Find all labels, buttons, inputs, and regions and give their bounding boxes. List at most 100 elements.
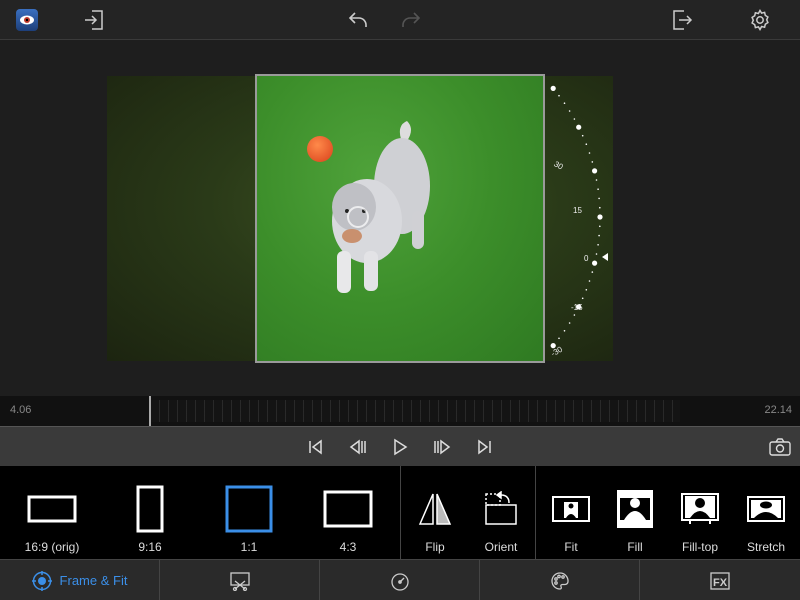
dial-tick bbox=[598, 197, 600, 200]
timeline-start-time: 4.06 bbox=[10, 404, 32, 416]
fill-top-label: Fill-top bbox=[681, 540, 718, 554]
tab-color[interactable] bbox=[480, 560, 640, 600]
dial-tick bbox=[597, 244, 599, 246]
timeline-track[interactable] bbox=[150, 400, 680, 422]
crop-frame[interactable] bbox=[255, 74, 545, 363]
fit-icon bbox=[552, 496, 590, 522]
dial-tick bbox=[595, 253, 598, 255]
rotation-dial[interactable] bbox=[540, 81, 620, 361]
skip-end-icon bbox=[478, 439, 491, 455]
camera-icon bbox=[769, 438, 791, 456]
app-eye-icon[interactable] bbox=[16, 9, 38, 31]
gear-icon bbox=[751, 8, 769, 32]
flip-button[interactable]: Flip bbox=[406, 466, 464, 559]
dial-tick bbox=[585, 289, 588, 291]
dial-tick bbox=[568, 110, 571, 112]
frame-fit-icon bbox=[31, 570, 52, 591]
dial-label-neg15: -15 bbox=[571, 303, 583, 312]
skip-start-icon bbox=[309, 439, 322, 455]
tab-trim[interactable] bbox=[160, 560, 320, 600]
dial-tick bbox=[595, 179, 598, 181]
top-bar bbox=[0, 0, 800, 40]
tab-frame-fit-label: Frame & Fit bbox=[59, 573, 128, 588]
dial-tick bbox=[563, 330, 566, 332]
orient-button[interactable]: Orient bbox=[470, 466, 532, 559]
aspect-4-3-button[interactable]: 4:3 bbox=[316, 466, 380, 559]
orient-icon bbox=[485, 491, 517, 525]
import-icon bbox=[85, 10, 103, 30]
flip-icon bbox=[418, 493, 452, 525]
fit-button[interactable]: Fit bbox=[542, 466, 600, 559]
dial-tick bbox=[581, 297, 584, 300]
stretch-icon bbox=[747, 496, 785, 522]
step-back-button[interactable] bbox=[345, 435, 371, 459]
step-forward-icon bbox=[434, 439, 451, 455]
center-crosshair[interactable] bbox=[347, 206, 369, 228]
timeline-playhead[interactable] bbox=[149, 396, 151, 426]
stretch-label: Stretch bbox=[746, 540, 785, 554]
dial-tick bbox=[568, 322, 571, 324]
dial-pointer-icon bbox=[602, 253, 608, 261]
tab-frame-fit[interactable]: Frame & Fit bbox=[0, 560, 160, 600]
tool-panel: 16:9 (orig) 9:16 1:1 4:3 Flip Orient Fit… bbox=[0, 466, 800, 559]
fill-top-button[interactable]: Fill-top bbox=[670, 466, 730, 559]
fill-icon bbox=[617, 490, 653, 528]
settings-button[interactable] bbox=[746, 6, 774, 34]
aspect-9-16-button[interactable]: 9:16 bbox=[120, 466, 180, 559]
play-button[interactable] bbox=[387, 435, 413, 459]
skip-start-button[interactable] bbox=[303, 435, 329, 459]
dial-tick bbox=[597, 188, 599, 190]
timeline-end-time: 22.14 bbox=[764, 404, 792, 416]
fit-label: Fit bbox=[564, 540, 578, 554]
stretch-button[interactable]: Stretch bbox=[736, 466, 796, 559]
step-forward-button[interactable] bbox=[429, 435, 455, 459]
dial-tick bbox=[585, 143, 588, 145]
dial-tick bbox=[558, 337, 560, 340]
tab-speed[interactable] bbox=[320, 560, 480, 600]
step-back-icon bbox=[349, 439, 366, 455]
aspect-16-9-button[interactable]: 16:9 (orig) bbox=[14, 466, 90, 559]
dial-label-0: 0 bbox=[584, 254, 589, 263]
export-button[interactable] bbox=[668, 6, 696, 34]
dial-tick bbox=[573, 314, 576, 316]
aspect-16-9-label: 16:9 (orig) bbox=[24, 540, 80, 554]
tool-divider bbox=[535, 466, 536, 559]
palette-icon bbox=[550, 571, 569, 590]
fill-button[interactable]: Fill bbox=[606, 466, 664, 559]
tab-fx[interactable]: FX bbox=[640, 560, 800, 600]
trim-icon bbox=[229, 571, 250, 591]
aspect-1-1-label: 1:1 bbox=[240, 540, 258, 554]
undo-button[interactable] bbox=[344, 6, 372, 34]
snapshot-button[interactable] bbox=[766, 435, 794, 459]
orient-label: Orient bbox=[484, 540, 518, 554]
dial-tick bbox=[550, 85, 556, 91]
dial-tick bbox=[599, 206, 601, 209]
import-button[interactable] bbox=[80, 6, 108, 34]
bottom-tab-bar: Frame & Fit FX bbox=[0, 559, 800, 600]
dial-tick bbox=[573, 118, 576, 120]
dial-label-15: 15 bbox=[573, 206, 582, 215]
svg-text:FX: FX bbox=[713, 577, 728, 589]
redo-button[interactable] bbox=[397, 6, 425, 34]
aspect-9-16-icon bbox=[136, 485, 164, 533]
export-icon bbox=[673, 10, 693, 30]
dial-tick bbox=[558, 94, 560, 97]
timeline[interactable]: 4.06 22.14 bbox=[0, 396, 800, 426]
aspect-16-9-icon bbox=[27, 495, 77, 523]
play-icon bbox=[394, 438, 408, 456]
aspect-1-1-button[interactable]: 1:1 bbox=[218, 466, 280, 559]
aspect-1-1-icon bbox=[225, 485, 273, 533]
dial-tick bbox=[588, 280, 591, 282]
dial-tick bbox=[597, 214, 603, 220]
transport-bar bbox=[0, 426, 800, 466]
preview-stage: 30 15 0 -15 -30 bbox=[0, 41, 800, 396]
dial-tick bbox=[591, 161, 594, 163]
fx-icon: FX bbox=[710, 571, 730, 590]
skip-end-button[interactable] bbox=[471, 435, 497, 459]
dog-image bbox=[332, 121, 430, 293]
dial-tick bbox=[563, 102, 566, 104]
dial-tick bbox=[592, 168, 598, 174]
tool-divider bbox=[400, 466, 401, 559]
speed-gauge-icon bbox=[390, 572, 409, 591]
flip-label: Flip bbox=[425, 540, 445, 554]
